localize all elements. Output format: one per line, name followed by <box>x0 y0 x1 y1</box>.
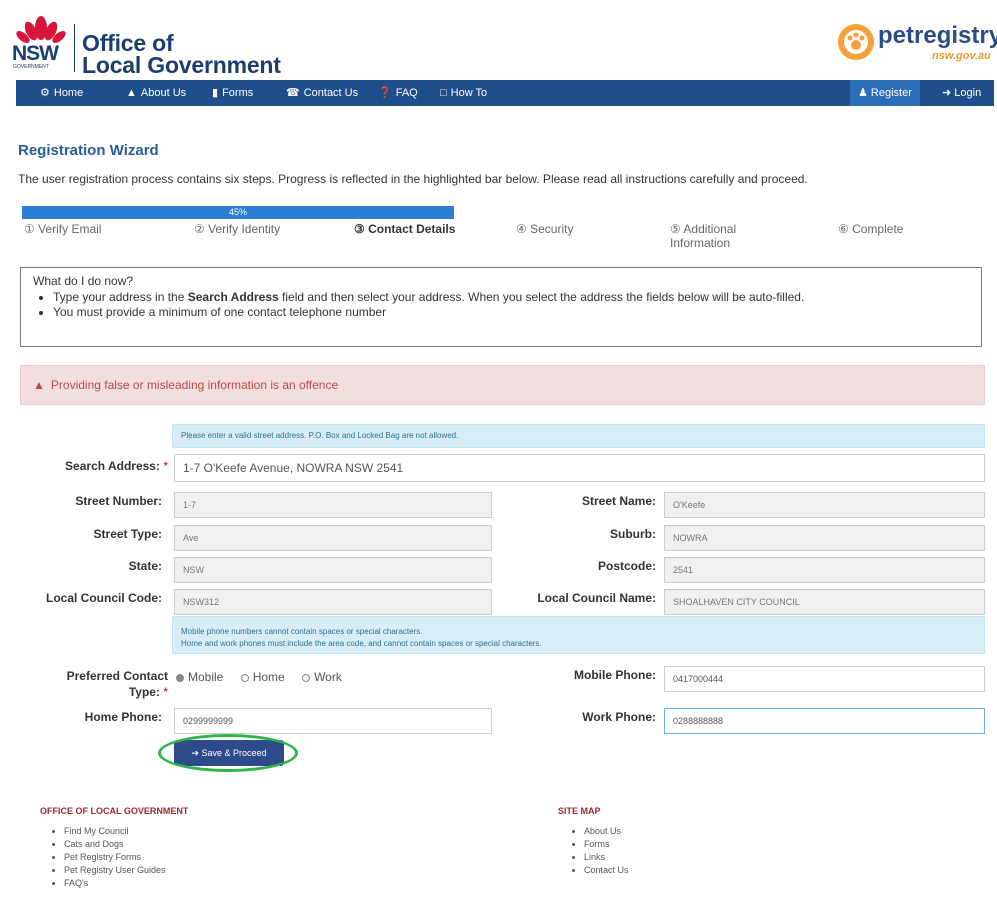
street-type-field[interactable]: Ave <box>174 525 492 551</box>
home-phone-label: Home Phone: <box>84 710 162 724</box>
street-number-label: Street Number: <box>75 494 162 508</box>
paw-logo-icon <box>838 24 874 60</box>
radio-work[interactable]: Work <box>302 670 342 684</box>
header-divider <box>74 24 75 72</box>
nav-howto-label: How To <box>450 87 488 99</box>
highlight-ring <box>158 734 298 772</box>
progress-bar: 45% <box>22 206 454 219</box>
bank-icon: ▲ <box>126 87 137 99</box>
footer-link[interactable]: Cats and Dogs <box>64 839 166 849</box>
help-item-1: Type your address in the Search Address … <box>53 290 969 304</box>
help-box: What do I do now? Type your address in t… <box>20 267 982 347</box>
mobile-phone-label: Mobile Phone: <box>574 668 656 682</box>
nsw-logo-sub: GOVERNMENT <box>13 64 49 70</box>
home-phone-input[interactable]: 0299999999 <box>174 708 492 734</box>
postcode-field[interactable]: 2541 <box>664 557 985 583</box>
phone-note-2: Home and work phones must include the ar… <box>181 639 542 648</box>
help-item-2: You must provide a minimum of one contac… <box>53 305 969 319</box>
postcode-label: Postcode: <box>597 559 656 573</box>
footer-link[interactable]: Pet Registry Forms <box>64 852 166 862</box>
speech-bubble-icon: □ <box>440 87 447 99</box>
step-complete: ⑥ Complete <box>838 222 904 236</box>
nav-faq[interactable]: ❓ FAQ <box>378 80 418 106</box>
suburb-label: Suburb: <box>610 527 656 541</box>
help-question: What do I do now? <box>33 274 134 288</box>
brand-sub: nsw.gov.au <box>932 50 991 62</box>
nav-forms[interactable]: ▮ Forms <box>212 80 253 106</box>
footer-sitemap-links: About Us Forms Links Contact Us <box>550 826 629 878</box>
state-field[interactable]: NSW <box>174 557 492 583</box>
nav-forms-label: Forms <box>222 87 254 99</box>
contact-type-label: Preferred Contact Type: * <box>66 669 168 699</box>
state-label: State: <box>128 559 162 573</box>
footer-link[interactable]: Find My Council <box>64 826 166 836</box>
document-icon: ▮ <box>212 87 219 99</box>
login-label: Login <box>954 87 982 99</box>
footer-sitemap-title: SITE MAP <box>558 806 601 816</box>
footer-olg-links: Find My Council Cats and Dogs Pet Regist… <box>30 826 166 891</box>
footer-link[interactable]: About Us <box>584 826 629 836</box>
nav-home-label: Home <box>53 87 84 99</box>
step-contact-details: ③ Contact Details <box>354 222 456 236</box>
nav-faq-label: FAQ <box>395 87 418 99</box>
intro-text: The user registration process contains s… <box>18 172 808 186</box>
nav-contact[interactable]: ☎ Contact Us <box>286 80 358 106</box>
footer-link[interactable]: FAQ's <box>64 878 166 888</box>
footer-link[interactable]: Pet Registry User Guides <box>64 865 166 875</box>
nsw-logo-text: NSW <box>12 42 59 65</box>
info-icon: ❓ <box>378 87 392 99</box>
warning-icon: ▲ <box>33 378 45 392</box>
step-security: ④ Security <box>516 222 574 236</box>
footer-link[interactable]: Links <box>584 852 629 862</box>
phone-note: Mobile phone numbers cannot contain spac… <box>172 616 985 654</box>
phone-icon: ☎ <box>286 87 300 99</box>
mobile-phone-input[interactable]: 0417000444 <box>664 666 985 692</box>
register-label: Register <box>870 87 912 99</box>
step-verify-identity: ② Verify Identity <box>194 222 281 236</box>
street-type-label: Street Type: <box>93 527 162 541</box>
suburb-field[interactable]: NOWRA <box>664 525 985 551</box>
address-note: Please enter a valid street address. P.O… <box>172 424 985 448</box>
work-phone-label: Work Phone: <box>582 710 656 724</box>
footer-link[interactable]: Contact Us <box>584 865 629 875</box>
council-code-label: Local Council Code: <box>45 591 162 605</box>
council-name-label: Local Council Name: <box>537 591 656 605</box>
org-name-line1: Office of <box>82 30 174 56</box>
contact-type-radios: Mobile Home Work <box>176 670 342 684</box>
org-name-line2: Local Government <box>82 52 281 78</box>
work-phone-input[interactable]: 0288888888 <box>664 708 985 734</box>
home-icon: ⚙ <box>40 87 50 99</box>
step-verify-email: ① Verify Email <box>24 222 102 236</box>
nav-howto[interactable]: □ How To <box>440 80 487 106</box>
nav-about[interactable]: ▲ About Us <box>126 80 186 106</box>
login-button[interactable]: ➜ Login <box>934 80 989 106</box>
warning-text: Providing false or misleading informatio… <box>50 378 339 392</box>
step-additional-information: ⑤ Additional Information <box>670 222 737 250</box>
search-address-label: Search Address: * <box>65 459 168 473</box>
nav-contact-label: Contact Us <box>303 87 359 99</box>
radio-mobile[interactable]: Mobile <box>176 670 223 684</box>
org-name: Office of Local Government <box>82 30 281 78</box>
street-number-field[interactable]: 1-7 <box>174 492 492 518</box>
login-icon: ➜ <box>942 87 955 99</box>
register-button[interactable]: ♟ Register <box>850 80 920 106</box>
nav-home[interactable]: ⚙ Home <box>40 80 83 106</box>
warning-alert: ▲ Providing false or misleading informati… <box>20 365 985 405</box>
radio-dot-selected <box>176 673 184 682</box>
footer-olg-title: OFFICE OF LOCAL GOVERNMENT <box>40 806 189 816</box>
brand-name: petregistry <box>878 22 997 49</box>
page-title: Registration Wizard <box>18 142 159 159</box>
street-name-field[interactable]: O'Keefe <box>664 492 985 518</box>
nav-about-label: About Us <box>140 87 187 99</box>
council-code-field[interactable]: NSW312 <box>174 589 492 615</box>
footer-link[interactable]: Forms <box>584 839 629 849</box>
street-name-label: Street Name: <box>581 494 656 508</box>
council-name-field[interactable]: SHOALHAVEN CITY COUNCIL <box>664 589 985 615</box>
user-icon: ♟ <box>858 87 871 99</box>
search-address-input[interactable]: 1-7 O'Keefe Avenue, NOWRA NSW 2541 <box>174 454 985 482</box>
radio-home[interactable]: Home <box>240 670 285 684</box>
phone-note-1: Mobile phone numbers cannot contain spac… <box>181 627 423 636</box>
